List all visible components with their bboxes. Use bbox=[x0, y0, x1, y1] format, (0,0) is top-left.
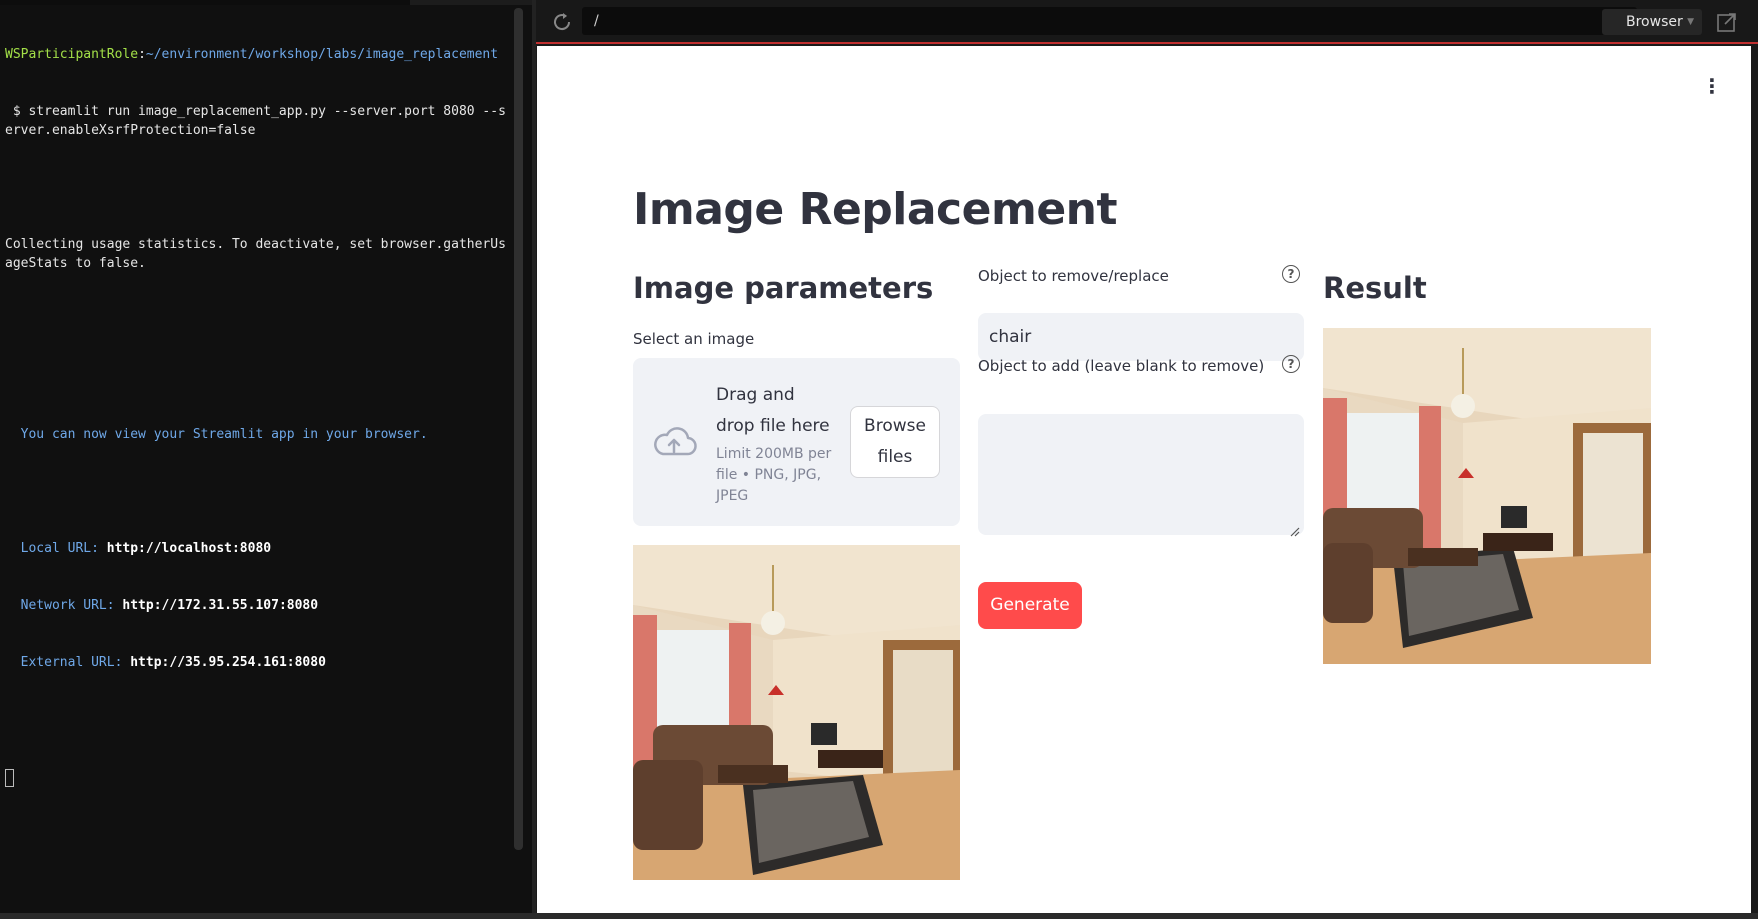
url-bar[interactable]: / bbox=[582, 7, 1637, 35]
select-image-label: Select an image bbox=[633, 330, 755, 348]
remove-object-label: Object to remove/replace bbox=[978, 267, 1169, 285]
generate-button[interactable]: Generate bbox=[978, 582, 1082, 629]
terminal-usage-stats: Collecting usage statistics. To deactiva… bbox=[5, 237, 506, 271]
pane-divider[interactable] bbox=[532, 0, 536, 919]
terminal-pane[interactable]: WSParticipantRole:~/environment/workshop… bbox=[0, 0, 532, 913]
add-object-label: Object to add (leave blank to remove) bbox=[978, 357, 1265, 375]
add-object-textarea[interactable] bbox=[978, 414, 1304, 535]
help-icon[interactable]: ? bbox=[1282, 355, 1300, 373]
result-column: Result bbox=[1323, 271, 1651, 664]
browser-dropdown-button[interactable]: Browser ▼ bbox=[1602, 9, 1702, 35]
terminal-tab-bar bbox=[0, 0, 532, 5]
uploaded-image bbox=[633, 545, 960, 880]
terminal-prompt: WSParticipantRole:~/environment/workshop… bbox=[5, 47, 499, 62]
image-parameters-heading: Image parameters bbox=[633, 271, 934, 305]
chevron-down-icon: ▼ bbox=[1687, 17, 1694, 27]
cloud-upload-icon bbox=[651, 424, 697, 460]
drop-instructions: Drag and drop file here bbox=[716, 385, 830, 436]
terminal-external-url: External URL: http://35.95.254.161:8080 bbox=[5, 655, 326, 670]
status-strip bbox=[0, 913, 1758, 919]
terminal-output: WSParticipantRole:~/environment/workshop… bbox=[5, 7, 510, 824]
terminal-active-tab[interactable] bbox=[0, 0, 410, 5]
result-image bbox=[1323, 328, 1651, 664]
terminal-network-url: Network URL: http://172.31.55.107:8080 bbox=[5, 598, 319, 613]
browser-toolbar: / Browser ▼ bbox=[536, 0, 1758, 44]
browse-files-button[interactable]: Browse files bbox=[850, 406, 940, 478]
help-icon[interactable]: ? bbox=[1282, 265, 1300, 283]
terminal-local-url: Local URL: http://localhost:8080 bbox=[5, 541, 272, 556]
terminal-cursor bbox=[5, 768, 14, 787]
image-parameters-column: Image parameters Select an image Drag an… bbox=[633, 271, 960, 880]
resize-handle-icon[interactable] bbox=[1290, 522, 1300, 537]
page-title: Image Replacement bbox=[633, 184, 1118, 235]
remove-object-input[interactable] bbox=[978, 313, 1304, 361]
app-page: ⋮ Image Replacement Image parameters Sel… bbox=[537, 46, 1751, 913]
reload-icon[interactable] bbox=[550, 10, 574, 34]
popout-icon[interactable] bbox=[1716, 11, 1738, 33]
browser-button-label: Browser bbox=[1626, 14, 1683, 30]
terminal-view-msg: You can now view your Streamlit app in y… bbox=[5, 427, 428, 442]
main-menu-icon[interactable]: ⋮ bbox=[1702, 74, 1722, 98]
result-heading: Result bbox=[1323, 271, 1427, 305]
file-limit-text: Limit 200MB per file • PNG, JPG, JPEG bbox=[716, 446, 832, 504]
file-dropzone[interactable]: Drag and drop file here Limit 200MB per … bbox=[633, 358, 960, 526]
terminal-command: $ streamlit run image_replacement_app.py… bbox=[5, 104, 506, 138]
terminal-scrollbar[interactable] bbox=[514, 8, 523, 850]
